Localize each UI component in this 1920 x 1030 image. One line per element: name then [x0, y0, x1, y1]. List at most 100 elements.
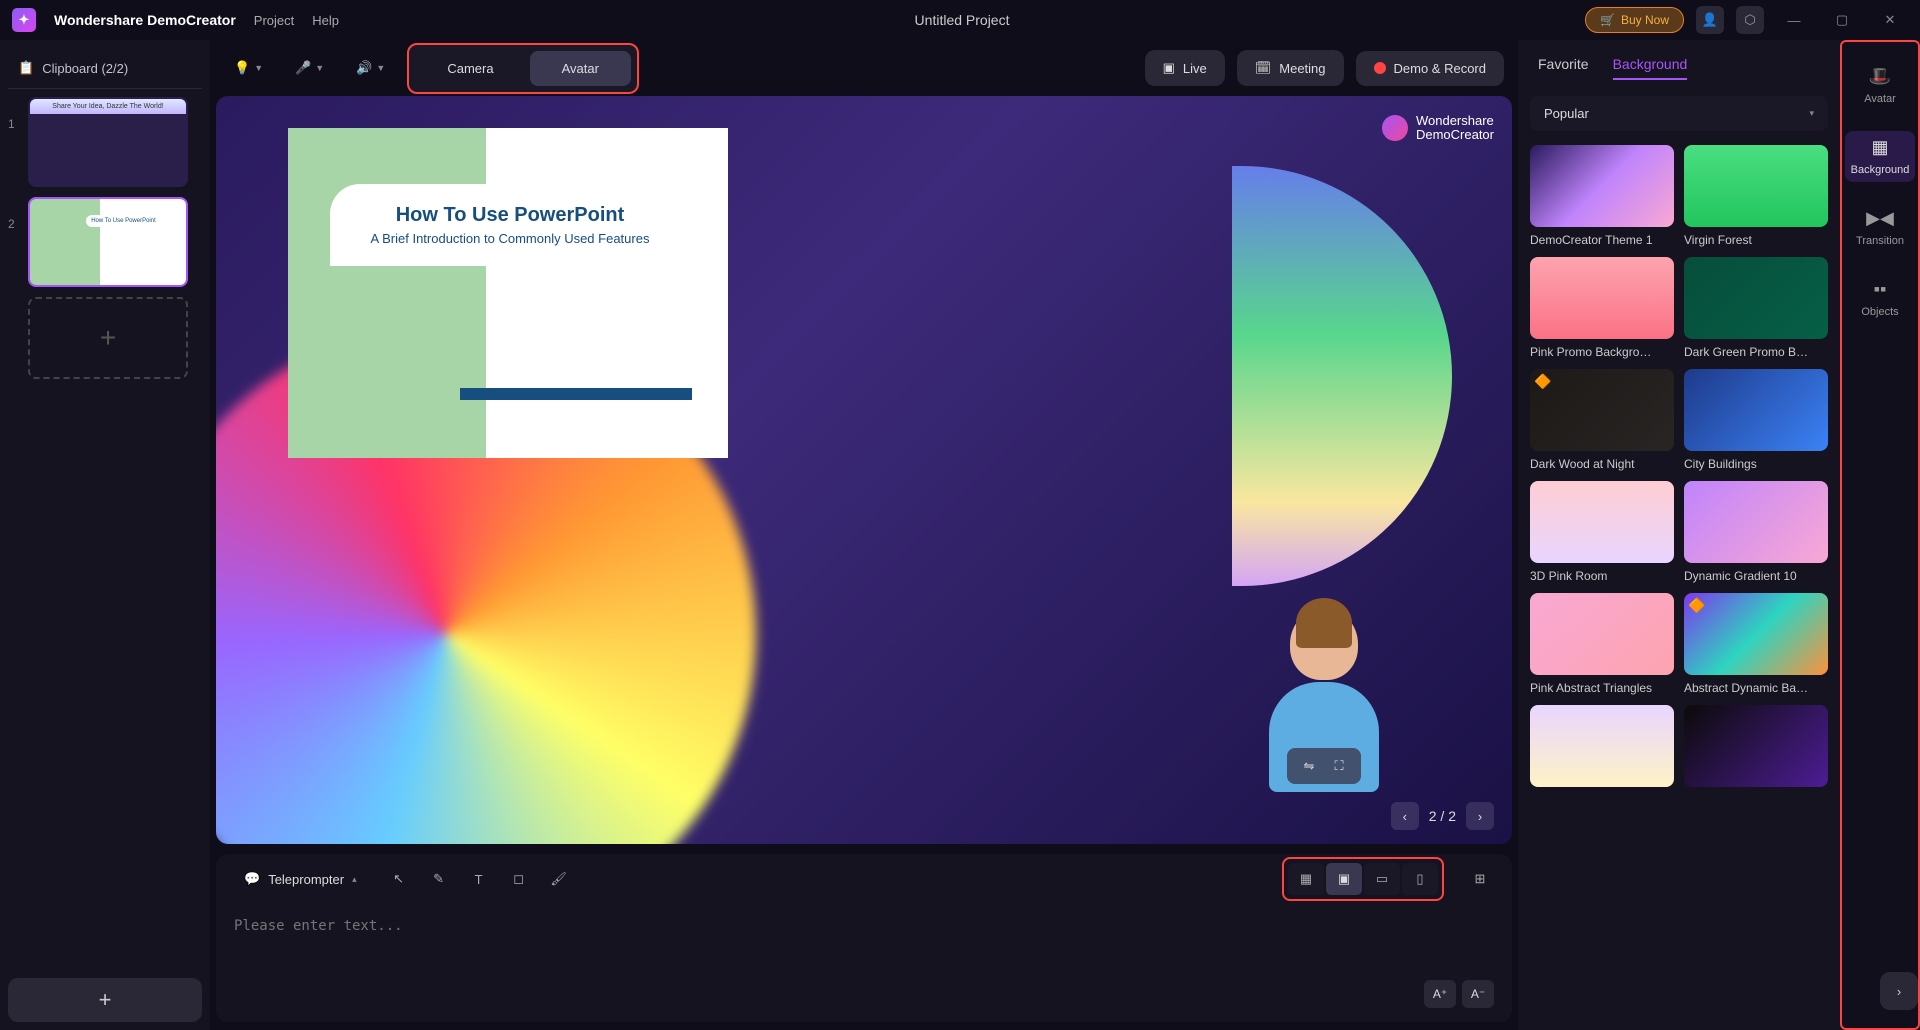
slide-title: How To Use PowerPoint [350, 204, 670, 227]
background-item[interactable] [1684, 705, 1828, 793]
background-item[interactable]: 🔶 Abstract Dynamic Ba… [1684, 593, 1828, 695]
center-panel: 💡▼ 🎤▼ 🔊▼ Camera Avatar ▣Live 🗓Meeting De… [210, 40, 1518, 1030]
background-thumbnail [1684, 481, 1828, 563]
side-tab-avatar[interactable]: 🎩 Avatar [1845, 60, 1915, 111]
pen-tool[interactable]: ✎ [421, 861, 457, 897]
maximize-button[interactable]: ▢ [1824, 6, 1860, 34]
shape-tool[interactable]: ◻ [501, 861, 537, 897]
camera-avatar-segment: Camera Avatar [407, 43, 639, 94]
title-bar: ✦ Wondershare DemoCreator Project Help U… [0, 0, 1920, 40]
background-item[interactable] [1530, 705, 1674, 793]
next-page-button[interactable]: › [1466, 802, 1494, 830]
avatar-figure[interactable]: ⇋ ⛶ [1264, 608, 1384, 808]
clipboard-header[interactable]: 📋 Clipboard (2/2) [8, 48, 202, 89]
close-button[interactable]: ✕ [1872, 6, 1908, 34]
mic-dropdown[interactable]: 🎤▼ [285, 52, 334, 84]
background-item[interactable]: Dark Green Promo B… [1684, 257, 1828, 359]
page-nav: ‹ 2 / 2 › [1391, 802, 1494, 830]
brush-tool[interactable]: 🖌 [541, 861, 577, 897]
canvas-area[interactable]: How To Use PowerPoint A Brief Introducti… [216, 96, 1512, 844]
avatar-icon: 🎩 [1869, 66, 1891, 87]
avatar-tab[interactable]: Avatar [530, 51, 631, 86]
background-item[interactable]: DemoCreator Theme 1 [1530, 145, 1674, 247]
speaker-dropdown[interactable]: 🔊▼ [346, 52, 395, 84]
objects-icon: ▪▪ [1874, 279, 1887, 300]
user-icon[interactable]: 👤 [1696, 6, 1724, 34]
chat-icon: 💬 [244, 871, 260, 887]
transition-icon: ▶◀ [1866, 208, 1894, 229]
vip-badge-icon: 🔶 [1688, 597, 1705, 614]
background-item[interactable]: City Buildings [1684, 369, 1828, 471]
background-item[interactable]: Pink Abstract Triangles [1530, 593, 1674, 695]
background-item[interactable]: 🔶 Dark Wood at Night [1530, 369, 1674, 471]
background-label: Dark Wood at Night [1530, 457, 1674, 471]
view-mode-group: ▦ ▣ ▭ ▯ [1282, 857, 1444, 901]
bottom-toolbar: 💬 Teleprompter ▴ ↖ ✎ T ◻ 🖌 ▦ ▣ ▭ ▯ ⊞ [216, 854, 1512, 904]
view-mode-2[interactable]: ▣ [1326, 863, 1362, 895]
demo-record-button[interactable]: Demo & Record [1356, 51, 1504, 86]
camera-tab[interactable]: Camera [415, 51, 525, 86]
vip-badge-icon: 🔶 [1534, 373, 1551, 390]
project-title: Untitled Project [357, 12, 1567, 28]
background-thumbnail [1530, 705, 1674, 787]
slide-subtitle: A Brief Introduction to Commonly Used Fe… [350, 231, 670, 246]
category-dropdown[interactable]: Popular ▾ [1530, 96, 1828, 131]
background-thumbnail [1684, 705, 1828, 787]
menu-project[interactable]: Project [254, 13, 294, 28]
meeting-button[interactable]: 🗓Meeting [1237, 50, 1344, 86]
text-tool[interactable]: T [461, 861, 497, 897]
background-thumbnail: 🔶 [1530, 369, 1674, 451]
add-slide-button[interactable]: + [28, 297, 188, 379]
help-button[interactable]: › [1880, 972, 1918, 1010]
font-increase-button[interactable]: A⁺ [1424, 980, 1456, 1008]
live-icon: ▣ [1163, 60, 1175, 76]
slide-item[interactable]: 2 How To Use PowerPoint [8, 197, 202, 287]
left-panel: 📋 Clipboard (2/2) 1 Share Your Idea, Daz… [0, 40, 210, 1030]
side-tab-transition[interactable]: ▶◀ Transition [1845, 202, 1915, 253]
background-label: Abstract Dynamic Ba… [1684, 681, 1828, 695]
cursor-tool[interactable]: ↖ [381, 861, 417, 897]
layout-grid-button[interactable]: ⊞ [1462, 861, 1498, 897]
teleprompter-input[interactable] [234, 918, 1414, 1008]
font-decrease-button[interactable]: A⁻ [1462, 980, 1494, 1008]
background-thumbnail [1530, 145, 1674, 227]
background-label: City Buildings [1684, 457, 1828, 471]
record-icon [1374, 62, 1386, 74]
side-tab-objects[interactable]: ▪▪ Objects [1845, 273, 1915, 324]
side-tab-background[interactable]: ▦ Background [1845, 131, 1915, 182]
app-logo-icon: ✦ [12, 8, 36, 32]
background-item[interactable]: Pink Promo Backgro… [1530, 257, 1674, 359]
background-label: Dark Green Promo B… [1684, 345, 1828, 359]
package-icon[interactable]: ⬡ [1736, 6, 1764, 34]
clipboard-label: Clipboard (2/2) [42, 61, 128, 76]
slide-thumbnail-active[interactable]: How To Use PowerPoint [28, 197, 188, 287]
slide-preview[interactable]: How To Use PowerPoint A Brief Introducti… [288, 128, 728, 458]
slide-item[interactable]: 1 Share Your Idea, Dazzle The World! [8, 97, 202, 187]
prev-page-button[interactable]: ‹ [1391, 802, 1419, 830]
background-item[interactable]: Dynamic Gradient 10 [1684, 481, 1828, 583]
tab-favorite[interactable]: Favorite [1538, 56, 1589, 80]
background-label: DemoCreator Theme 1 [1530, 233, 1674, 247]
background-item[interactable]: Virgin Forest [1684, 145, 1828, 247]
add-button[interactable]: + [8, 978, 202, 1022]
top-toolbar: 💡▼ 🎤▼ 🔊▼ Camera Avatar ▣Live 🗓Meeting De… [216, 40, 1512, 96]
tab-background[interactable]: Background [1613, 56, 1688, 80]
view-mode-4[interactable]: ▯ [1402, 863, 1438, 895]
background-item[interactable]: 3D Pink Room [1530, 481, 1674, 583]
background-label: Virgin Forest [1684, 233, 1828, 247]
background-thumbnail [1684, 145, 1828, 227]
menu-help[interactable]: Help [312, 13, 339, 28]
view-mode-3[interactable]: ▭ [1364, 863, 1400, 895]
watermark: WondershareDemoCreator [1382, 114, 1494, 143]
avatar-flip-icon[interactable]: ⇋ [1297, 754, 1321, 778]
lightbulb-dropdown[interactable]: 💡▼ [224, 52, 273, 84]
avatar-fullscreen-icon[interactable]: ⛶ [1327, 754, 1351, 778]
minimize-button[interactable]: — [1776, 6, 1812, 34]
background-thumbnail [1530, 593, 1674, 675]
buy-now-button[interactable]: 🛒 Buy Now [1585, 7, 1684, 33]
slide-thumbnail[interactable]: Share Your Idea, Dazzle The World! [28, 97, 188, 187]
view-mode-1[interactable]: ▦ [1288, 863, 1324, 895]
lightbulb-icon: 💡 [234, 60, 250, 76]
live-button[interactable]: ▣Live [1145, 50, 1225, 86]
teleprompter-button[interactable]: 💬 Teleprompter ▴ [230, 863, 371, 895]
